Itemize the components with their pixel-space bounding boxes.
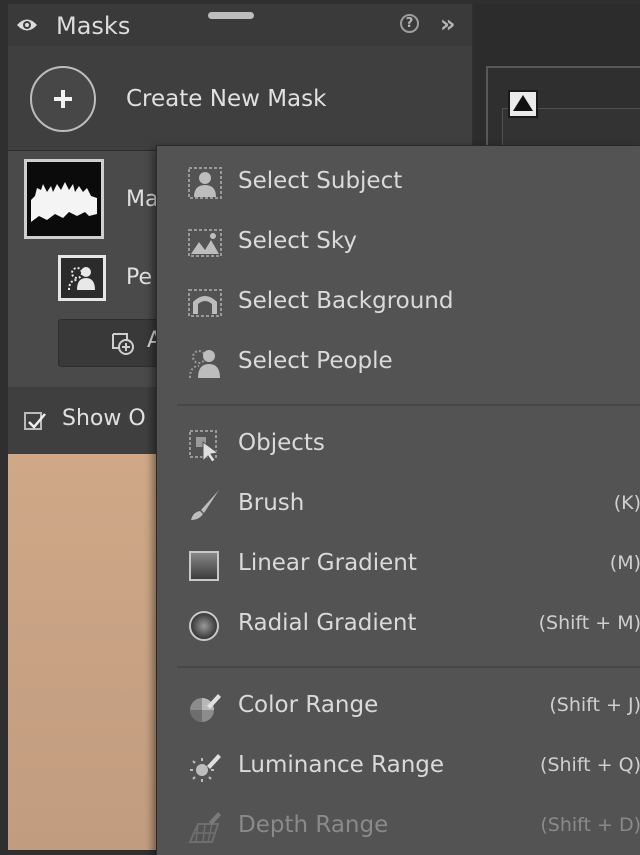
expand-panel-icon[interactable]: » [440, 10, 455, 38]
menu-item-depth-range[interactable]: Depth Range (Shift + D) [157, 798, 640, 854]
depth-range-icon [188, 812, 221, 843]
checkmark-icon [28, 413, 46, 429]
menu-item-select-subject[interactable]: Select Subject [157, 154, 640, 210]
menu-label: Select Sky [238, 228, 357, 254]
menu-label: Luminance Range [238, 752, 445, 778]
menu-shortcut: (K) [613, 492, 640, 514]
menu-separator [177, 404, 640, 406]
menu-item-brush[interactable]: Brush (K) [157, 476, 640, 532]
people-component-thumbnail[interactable] [58, 255, 106, 301]
menu-shortcut: (Shift + J) [549, 694, 640, 716]
menu-shortcut: (Shift + M) [538, 612, 640, 634]
create-new-mask-button[interactable] [30, 66, 96, 132]
menu-item-linear-gradient[interactable]: Linear Gradient (M) [157, 536, 640, 592]
drag-handle[interactable] [208, 12, 254, 19]
menu-item-radial-gradient[interactable]: Radial Gradient (Shift + M) [157, 596, 640, 652]
menu-shortcut: (Shift + Q) [540, 754, 640, 776]
menu-item-select-people[interactable]: Select People [157, 334, 640, 390]
menu-item-select-sky[interactable]: Select Sky [157, 214, 640, 270]
collapse-toggle-icon[interactable] [508, 90, 538, 118]
add-shape-icon [112, 333, 134, 355]
luminance-range-icon [190, 754, 221, 782]
people-component-name[interactable]: Pe [126, 265, 152, 290]
brush-icon [191, 490, 219, 520]
help-icon[interactable]: ? [400, 14, 419, 33]
menu-item-color-range[interactable]: Color Range (Shift + J) [157, 678, 640, 734]
eye-icon[interactable] [16, 17, 38, 33]
mask-thumbnail[interactable] [24, 159, 104, 239]
menu-shortcut: (Shift + D) [540, 814, 640, 836]
linear-gradient-icon [189, 551, 219, 581]
menu-label: Color Range [238, 692, 379, 718]
menu-label: Select Subject [238, 168, 403, 194]
menu-label: Brush [238, 490, 305, 516]
radial-gradient-icon [189, 611, 219, 641]
create-new-mask-label: Create New Mask [126, 86, 327, 112]
panel-title: Masks [56, 12, 131, 40]
select-people-icon [189, 350, 220, 379]
objects-icon [189, 430, 220, 462]
mask-name[interactable]: Ma [126, 187, 158, 212]
new-mask-menu: Select Subject Select Sky Select Backgro… [156, 145, 640, 855]
menu-separator [177, 666, 640, 668]
menu-item-objects[interactable]: Objects [157, 416, 640, 472]
show-overlay-label: Show O [62, 406, 146, 431]
triangle-up-icon [513, 95, 533, 111]
menu-label: Objects [238, 430, 325, 456]
menu-shortcut: (M) [609, 552, 640, 574]
people-icon [68, 267, 95, 291]
color-range-icon [190, 694, 221, 722]
menu-item-luminance-range[interactable]: Luminance Range (Shift + Q) [157, 738, 640, 794]
menu-label: Linear Gradient [238, 550, 417, 576]
select-sky-icon [188, 229, 222, 257]
show-overlay-checkbox[interactable] [24, 412, 46, 430]
panel-header: Masks ? » [8, 4, 472, 46]
create-new-mask-row[interactable]: Create New Mask [8, 48, 472, 144]
menu-label: Select People [238, 348, 393, 374]
menu-label: Select Background [238, 288, 454, 314]
select-background-icon [188, 289, 222, 317]
menu-item-select-background[interactable]: Select Background [157, 274, 640, 330]
mask-silhouette-icon [31, 182, 97, 222]
menu-label: Radial Gradient [238, 610, 417, 636]
plus-icon-vertical [61, 90, 65, 108]
menu-label: Depth Range [238, 812, 389, 838]
select-subject-icon [188, 167, 222, 199]
